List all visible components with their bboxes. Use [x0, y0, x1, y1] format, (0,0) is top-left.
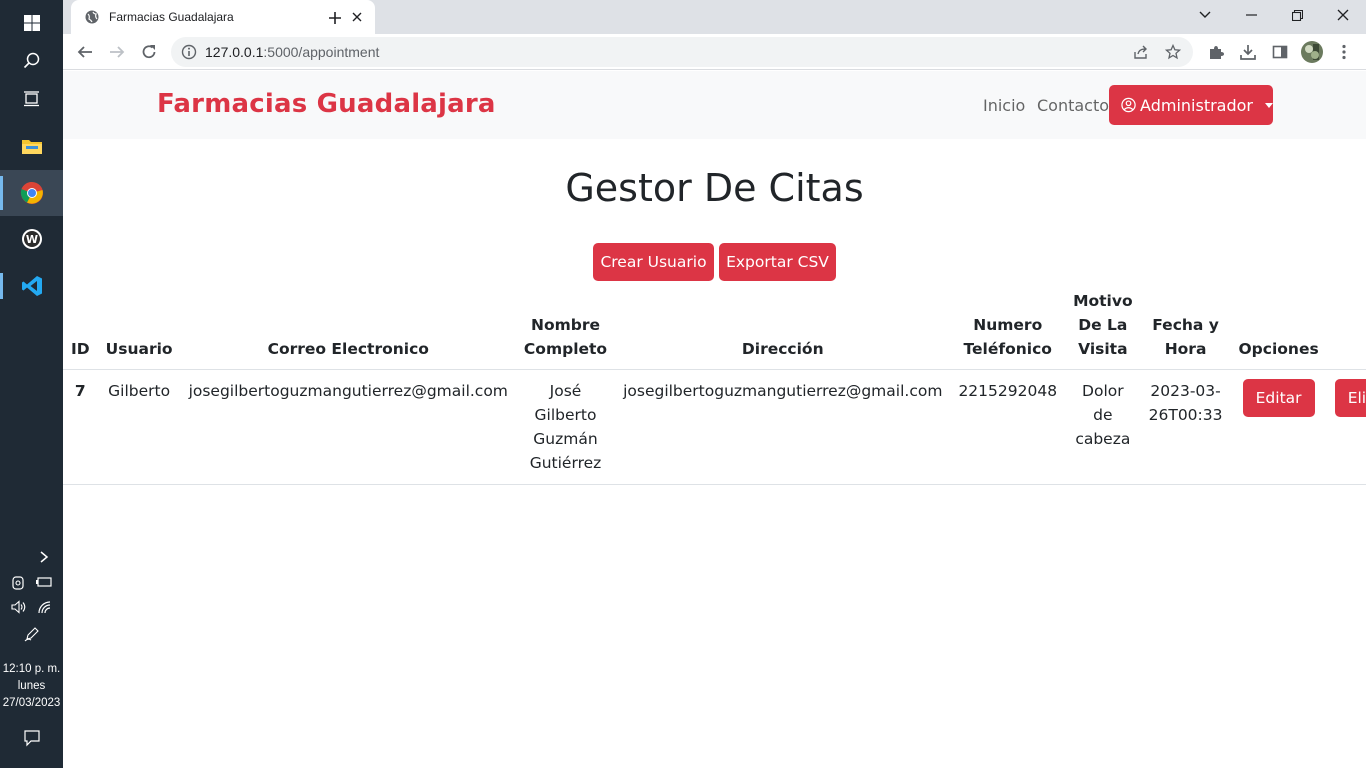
user-circle-icon [1121, 97, 1136, 113]
col-header-direccion: Dirección [741, 340, 824, 358]
cell-direccion: josegilbertoguzmangutierrez@gmail.com [623, 382, 943, 400]
table-header-row: ID Usuario Correo Electronico Nombre Com… [63, 289, 1366, 370]
col-header-fecha: Fecha y Hora [1152, 316, 1219, 358]
cell-usuario: Gilberto [108, 382, 171, 400]
address-bar[interactable]: 127.0.0.1:5000/appointment [171, 37, 1193, 67]
battery-icon[interactable] [35, 575, 53, 589]
col-header-correo: Correo Electronico [267, 340, 429, 358]
browser-tab-strip: Farmacias Guadalajara [63, 0, 1366, 34]
app-w-icon[interactable]: W [0, 216, 63, 262]
col-header-nombre: Nombre Completo [523, 316, 608, 358]
cell-id: 7 [74, 382, 86, 400]
url-text: 127.0.0.1:5000/appointment [205, 44, 379, 60]
col-header-id: ID [71, 340, 90, 358]
admin-label: Administrador [1140, 95, 1253, 115]
reload-icon[interactable] [135, 38, 163, 66]
nav-link-contacto[interactable]: Contacto [1037, 96, 1109, 115]
edit-button[interactable]: Editar [1242, 379, 1315, 417]
export-csv-button[interactable]: Exportar CSV [719, 243, 836, 281]
page-title: Gestor De Citas [565, 166, 864, 210]
nav-link-inicio[interactable]: Inicio [983, 96, 1025, 115]
chrome-taskbar-icon[interactable] [0, 170, 63, 216]
download-icon[interactable] [1234, 38, 1262, 66]
minimize-icon[interactable] [1228, 0, 1274, 30]
forward-arrow-icon[interactable] [103, 38, 131, 66]
back-arrow-icon[interactable] [71, 38, 99, 66]
clock-date: 27/03/2023 [2, 697, 61, 709]
globe-favicon-icon [85, 10, 99, 24]
clock-time: 12:10 p. m. [2, 663, 61, 675]
create-user-button[interactable]: Crear Usuario [593, 243, 714, 281]
col-header-telefono: Numero Teléfonico [963, 316, 1052, 358]
volume-icon[interactable] [10, 600, 27, 614]
url-host: 127.0.0.1 [205, 44, 264, 60]
cell-nombre: José Gilberto Guzmán Gutiérrez [529, 382, 602, 472]
wifi-icon[interactable] [37, 600, 53, 614]
cell-correo: josegilbertoguzmangutierrez@gmail.com [188, 382, 508, 400]
delete-button[interactable]: Eliminar [1334, 379, 1366, 417]
tray-row-2 [0, 600, 63, 614]
appointments-table: ID Usuario Correo Electronico Nombre Com… [63, 289, 1366, 485]
meet-now-icon[interactable] [11, 575, 25, 591]
brand-logo-text[interactable]: Farmacias Guadalajara [157, 89, 496, 119]
bookmark-star-icon[interactable] [1165, 44, 1181, 60]
site-info-icon[interactable] [181, 44, 197, 60]
new-tab-plus-icon[interactable] [321, 4, 349, 32]
cell-telefono: 2215292048 [958, 382, 1058, 400]
page-content: Farmacias Guadalajara Inicio Contacto Ad… [63, 71, 1366, 768]
close-window-icon[interactable] [1320, 0, 1366, 30]
vscode-icon[interactable] [0, 263, 63, 309]
col-header-usuario: Usuario [105, 340, 173, 358]
col-header-opciones: Opciones [1238, 340, 1319, 358]
tray-row-1 [0, 575, 63, 591]
taskbar-clock[interactable]: 12:10 p. m. lunes 27/03/2023 [0, 661, 63, 712]
extensions-puzzle-icon[interactable] [1202, 38, 1230, 66]
table-row: 7 Gilberto josegilbertoguzmangutierrez@g… [63, 370, 1366, 485]
url-path: :5000/appointment [263, 44, 380, 60]
pen-icon[interactable] [0, 626, 63, 642]
cell-delete: Eliminar [1327, 370, 1366, 485]
col-header-motivo: Motivo De La Visita [1073, 292, 1133, 358]
chrome-menu-icon[interactable] [1330, 38, 1358, 66]
profile-avatar[interactable] [1298, 38, 1326, 66]
share-icon[interactable] [1133, 44, 1149, 60]
restore-icon[interactable] [1274, 0, 1320, 30]
file-explorer-icon[interactable] [0, 123, 63, 169]
cell-motivo: Dolor de cabeza [1075, 382, 1131, 448]
svg-text:W: W [25, 233, 37, 246]
clock-day: lunes [17, 680, 46, 692]
tray-expand-chevron-icon[interactable] [0, 550, 63, 564]
task-view-icon[interactable] [0, 76, 63, 122]
tab-search-chevron-icon[interactable] [1182, 0, 1228, 30]
cell-edit: Editar [1230, 370, 1326, 485]
windows-taskbar: W 12:10 p. m. lunes 27/03/2023 [0, 0, 63, 768]
caret-down-icon [1265, 102, 1273, 108]
cell-fecha: 2023-03-26T00:33 [1148, 382, 1223, 424]
tab-title: Farmacias Guadalajara [109, 10, 234, 24]
side-panel-icon[interactable] [1266, 38, 1294, 66]
site-navbar: Farmacias Guadalajara Inicio Contacto Ad… [63, 71, 1366, 139]
admin-dropdown-button[interactable]: Administrador [1109, 85, 1273, 125]
browser-toolbar: 127.0.0.1:5000/appointment [63, 34, 1366, 70]
notifications-icon[interactable] [0, 729, 63, 747]
